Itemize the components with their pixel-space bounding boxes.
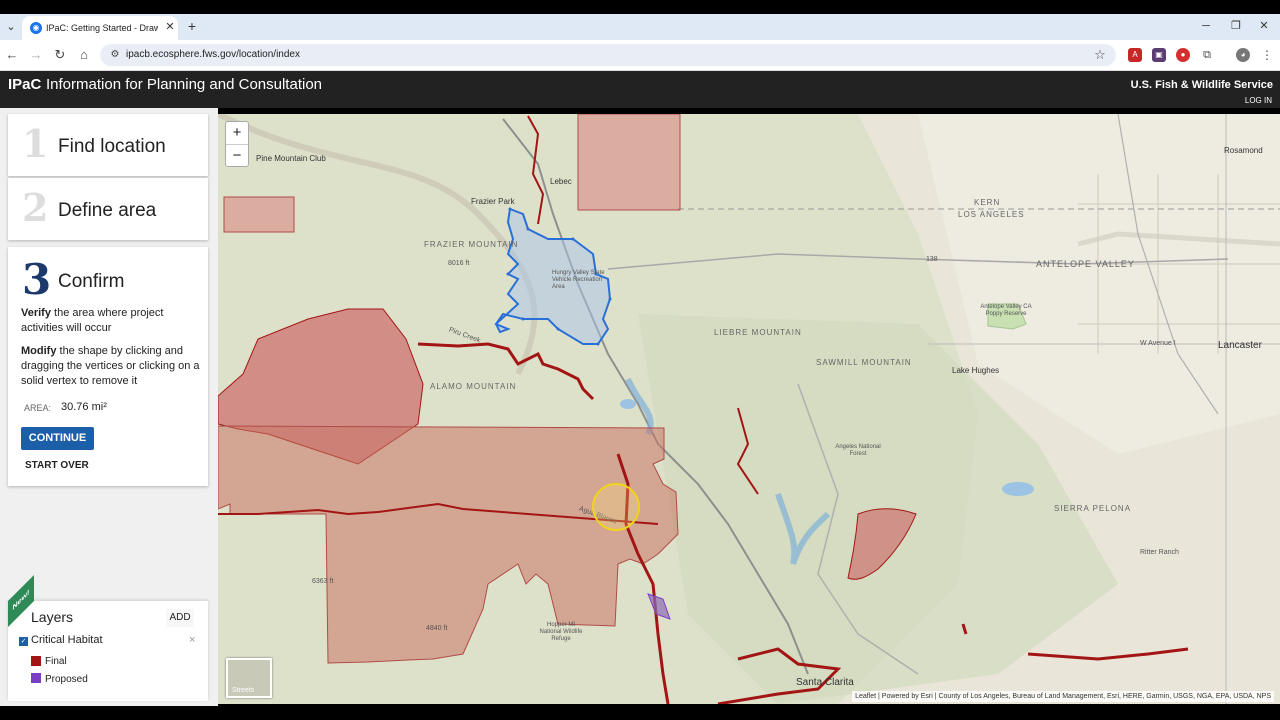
legend-proposed-label: Proposed xyxy=(45,674,88,685)
puzzle-icon[interactable]: ⧉ xyxy=(1200,48,1214,62)
area-value: 30.76 mi² xyxy=(61,401,107,413)
profile-avatar[interactable]: ◕ xyxy=(1236,48,1250,62)
map-label-santa-clarita: Santa Clarita xyxy=(796,677,854,688)
layers-panel: New! Layers ADD ✓ Critical Habitat × Fin… xyxy=(8,575,208,701)
app-header: IPaC Information for Planning and Consul… xyxy=(0,71,1280,108)
map-view[interactable]: Pine Mountain Club Lebec Frazier Park FR… xyxy=(218,114,1280,704)
map-label-hopper-mtn: Hopper Mt National Wildlife Refuge xyxy=(539,622,583,642)
step-number: 1 xyxy=(22,121,49,166)
minimize-icon[interactable]: ─ xyxy=(1196,18,1216,34)
os-bottom-bar xyxy=(0,706,1280,720)
legend-final-label: Final xyxy=(45,656,67,667)
tab-search-icon[interactable]: ⌄ xyxy=(4,19,18,35)
tab-close-icon[interactable]: ✕ xyxy=(163,20,177,34)
restore-icon[interactable]: ❐ xyxy=(1226,18,1246,34)
favicon-icon: ◉ xyxy=(30,22,42,34)
map-label-liebre-mountain: LIEBRE MOUNTAIN xyxy=(714,328,802,337)
bookmark-star-icon[interactable]: ☆ xyxy=(1092,47,1108,63)
map-attribution: Leaflet | Powered by Esri | County of Lo… xyxy=(852,691,1274,702)
step-define-area[interactable]: 2 Define area xyxy=(8,178,208,240)
modify-instructions: Modify the shape by clicking and draggin… xyxy=(21,344,201,389)
map-label-angeles-nf: Angeles National Forest xyxy=(835,444,881,457)
map-label-lancaster: Lancaster xyxy=(1218,340,1262,351)
step-confirm: 3 Confirm Verify the area where project … xyxy=(8,247,208,486)
basemap-toggle[interactable]: Streets xyxy=(226,658,272,698)
map-label-sierra-pelona: SIERRA PELONA xyxy=(1054,504,1132,513)
map-label-pine-mountain-club: Pine Mountain Club xyxy=(256,154,326,163)
area-label: AREA: xyxy=(24,403,52,413)
zoom-in-button[interactable]: + xyxy=(226,122,248,145)
step-find-location[interactable]: 1 Find location xyxy=(8,114,208,176)
tab-title: IPaC: Getting Started - Draw on xyxy=(46,23,158,33)
map-canvas[interactable] xyxy=(218,114,1280,704)
back-icon[interactable]: ← xyxy=(3,46,21,64)
url-text: ipacb.ecosphere.fws.gov/location/index xyxy=(126,49,300,60)
layers-title: Layers xyxy=(31,609,74,625)
window-close-icon[interactable]: ✕ xyxy=(1254,18,1274,34)
map-label-ritter-ranch: Ritter Ranch xyxy=(1140,549,1179,556)
ipac-logo[interactable]: IPaC xyxy=(8,76,41,93)
map-label-alamo-mountain: ALAMO MOUNTAIN xyxy=(430,382,517,391)
map-label-kern: KERN xyxy=(974,198,1001,207)
pdf-extension-icon[interactable]: A xyxy=(1128,48,1142,62)
critical-habitat-label: Critical Habitat xyxy=(31,634,103,646)
remove-layer-icon[interactable]: × xyxy=(189,634,195,646)
map-label-route-138: 138 xyxy=(926,256,938,263)
os-top-bar xyxy=(0,0,1280,14)
step-number: 2 xyxy=(22,185,49,230)
forward-icon[interactable]: → xyxy=(27,46,45,64)
url-field[interactable]: ⚙ ipacb.ecosphere.fws.gov/location/index… xyxy=(100,44,1116,66)
stop-extension-icon[interactable]: ● xyxy=(1176,48,1190,62)
map-label-lake-hughes: Lake Hughes xyxy=(952,366,1000,375)
map-label-elevation-4840: 4840 ft xyxy=(426,625,448,632)
address-bar: ← → ↻ ⌂ ⚙ ipacb.ecosphere.fws.gov/locati… xyxy=(0,40,1280,71)
step-label: Define area xyxy=(58,200,157,221)
browser-menu-icon[interactable]: ⋮ xyxy=(1260,48,1274,62)
map-label-frazier-park: Frazier Park xyxy=(471,197,515,206)
browser-tab[interactable]: ◉ IPaC: Getting Started - Draw on ✕ xyxy=(22,16,178,40)
step-label: Find location xyxy=(58,136,166,157)
modify-bold: Modify xyxy=(21,345,57,357)
reload-icon[interactable]: ↻ xyxy=(51,46,69,64)
zoom-out-button[interactable]: − xyxy=(226,145,248,167)
home-icon[interactable]: ⌂ xyxy=(75,46,93,64)
map-label-rosamond: Rosamond xyxy=(1224,146,1263,155)
site-info-icon[interactable]: ⚙ xyxy=(108,48,122,62)
map-label-frazier-mountain: FRAZIER MOUNTAIN xyxy=(424,240,519,249)
browser-tab-strip: ⌄ ◉ IPaC: Getting Started - Draw on ✕ + … xyxy=(0,14,1280,40)
agency-name: U.S. Fish & Wildlife Service xyxy=(1130,79,1273,91)
add-layer-button[interactable]: ADD xyxy=(166,609,194,627)
verify-bold: Verify xyxy=(21,307,51,319)
mouse-cursor-highlight xyxy=(592,483,640,531)
map-label-lebec: Lebec xyxy=(550,177,572,186)
map-label-poppy-reserve: Antelope Valley CA Poppy Reserve xyxy=(980,304,1032,317)
map-label-sawmill-mountain: SAWMILL MOUNTAIN xyxy=(816,358,912,367)
map-label-elevation-6363: 6363 ft xyxy=(312,578,334,585)
legend-final-swatch xyxy=(31,656,41,666)
extension-icon[interactable]: ▣ xyxy=(1152,48,1166,62)
continue-button[interactable]: CONTINUE xyxy=(21,427,94,450)
map-label-los-angeles: LOS ANGELES xyxy=(958,210,1025,219)
new-tab-icon[interactable]: + xyxy=(184,18,200,34)
step-label: Confirm xyxy=(58,271,125,292)
verify-instructions: Verify the area where project activities… xyxy=(21,306,201,336)
critical-habitat-checkbox[interactable]: ✓ xyxy=(19,637,28,646)
map-label-hungry-valley: Hungry Valley State Vehicle Recreation A… xyxy=(552,270,605,290)
step-number: 3 xyxy=(22,255,52,304)
map-label-elevation-8016: 8016 ft xyxy=(448,260,470,267)
basemap-label: Streets xyxy=(232,687,255,694)
login-link[interactable]: LOG IN xyxy=(1245,96,1272,105)
map-label-antelope-valley: ANTELOPE VALLEY xyxy=(1036,259,1135,269)
app-title: Information for Planning and Consultatio… xyxy=(46,76,323,93)
map-label-w-avenue: W Avenue I xyxy=(1140,340,1176,347)
zoom-control: + − xyxy=(225,121,249,167)
legend-proposed-swatch xyxy=(31,673,41,683)
start-over-button[interactable]: START OVER xyxy=(25,460,89,471)
